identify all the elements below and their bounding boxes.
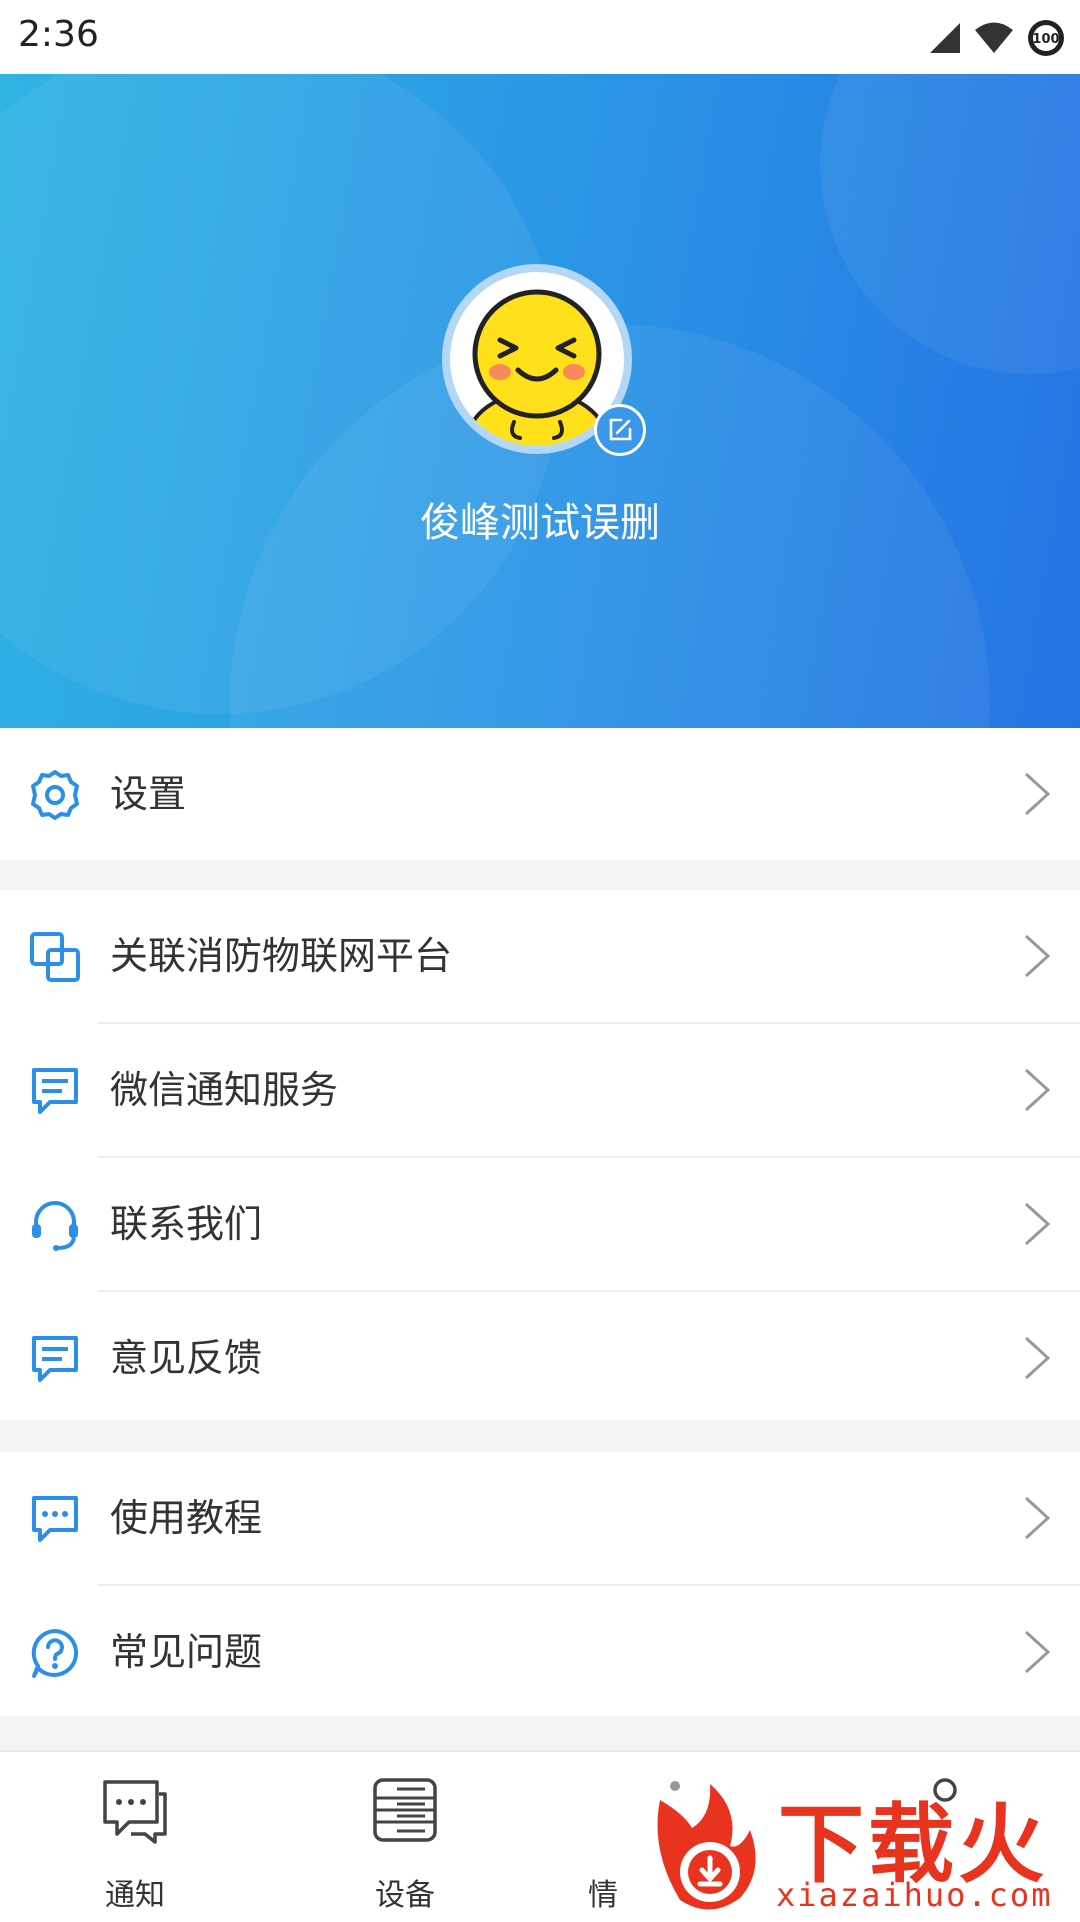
menu-group-services: 关联消防物联网平台 微信通知服务 联系我们 意见反馈: [0, 890, 1080, 1420]
menu-item-feedback[interactable]: 意见反馈: [0, 1292, 1080, 1424]
avatar-button[interactable]: [442, 264, 646, 456]
chevron-right-icon: [1024, 934, 1051, 978]
menu-item-settings[interactable]: 设置: [0, 728, 1080, 860]
menu-label: 常见问题: [110, 1630, 263, 1674]
menu-item-contact-us[interactable]: 联系我们: [0, 1158, 1080, 1290]
link-icon: [30, 932, 80, 982]
watermark-logo-icon: [657, 1784, 756, 1910]
question-icon: [31, 1629, 79, 1678]
status-time: 2:36: [18, 14, 99, 55]
menu-group-help: 使用教程 常见问题: [0, 1452, 1080, 1716]
menu-label: 联系我们: [110, 1202, 263, 1246]
watermark-url: xiazaihuo.com: [776, 1876, 1053, 1914]
tab-label: 通知: [105, 1878, 165, 1913]
edit-icon: [609, 418, 632, 441]
chevron-right-icon: [1024, 1202, 1051, 1246]
menu-label: 设置: [110, 772, 187, 816]
battery-level: 100: [1032, 32, 1059, 47]
menu-item-link-platform[interactable]: 关联消防物联网平台: [0, 890, 1080, 1022]
menu-label: 意见反馈: [110, 1336, 263, 1380]
status-bar: 2:36 100: [0, 0, 1080, 74]
menu-group-settings: 设置: [0, 728, 1080, 860]
gear-icon: [31, 770, 79, 820]
chevron-right-icon: [1024, 772, 1051, 816]
chevron-right-icon: [1024, 1336, 1051, 1380]
status-icons: 100: [928, 14, 1066, 62]
wifi-icon: [975, 22, 1013, 53]
tab-notify[interactable]: 通知: [0, 1752, 270, 1922]
chat-bubbles-icon: [103, 1780, 167, 1844]
message-icon: [32, 1336, 78, 1382]
profile-header: 俊峰测试误删: [0, 74, 1080, 728]
watermark: 下载火 xiazaihuo.com: [640, 1774, 1080, 1920]
cell-signal-icon: [930, 23, 960, 53]
chat-dots-icon: [32, 1496, 78, 1542]
chevron-right-icon: [1024, 1630, 1051, 1674]
menu-item-wechat-notify[interactable]: 微信通知服务: [0, 1024, 1080, 1156]
menu-label: 微信通知服务: [110, 1068, 339, 1112]
username: 俊峰测试误删: [420, 500, 660, 546]
message-icon: [32, 1068, 78, 1114]
menu-label: 关联消防物联网平台: [110, 934, 453, 978]
chevron-right-icon: [1024, 1068, 1051, 1112]
headset-icon: [32, 1201, 78, 1251]
chevron-right-icon: [1024, 1496, 1051, 1540]
header-decoration: [820, 74, 1080, 374]
device-list-icon: [373, 1778, 437, 1842]
menu-label: 使用教程: [110, 1496, 263, 1540]
menu-item-tutorial[interactable]: 使用教程: [0, 1452, 1080, 1584]
menu-item-faq[interactable]: 常见问题: [0, 1586, 1080, 1718]
edit-profile-button[interactable]: [594, 404, 646, 456]
battery-icon: 100: [1028, 20, 1064, 56]
